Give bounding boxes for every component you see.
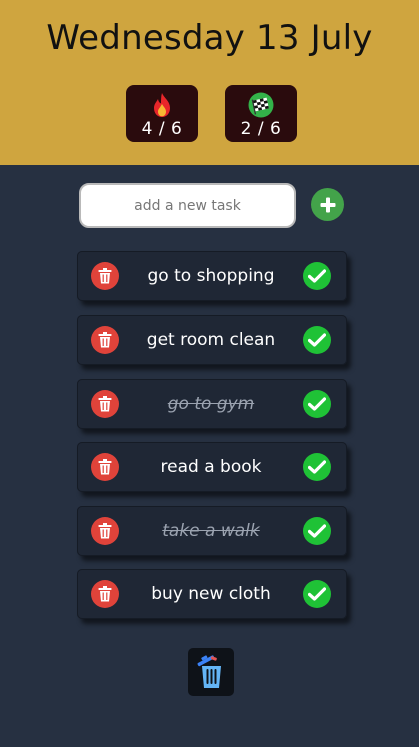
- active-tasks-counter: 4 / 6: [126, 85, 198, 142]
- completed-count: 2 / 6: [240, 119, 282, 139]
- task-item: buy new cloth: [77, 569, 347, 619]
- task-label: read a book: [160, 457, 262, 477]
- checkered-flag-icon: [248, 92, 274, 118]
- complete-task-button[interactable]: [303, 580, 331, 608]
- delete-task-button[interactable]: [91, 326, 119, 354]
- task-item: go to gym: [77, 379, 347, 429]
- checkmark-icon: [308, 397, 326, 411]
- task-item: take a walk: [77, 506, 347, 556]
- checkmark-icon: [308, 333, 326, 347]
- complete-task-button[interactable]: [303, 326, 331, 354]
- complete-task-button[interactable]: [303, 262, 331, 290]
- task-label: go to shopping: [147, 266, 275, 286]
- delete-task-button[interactable]: [91, 390, 119, 418]
- completed-tasks-counter: 2 / 6: [225, 85, 297, 142]
- task-item: go to shopping: [77, 251, 347, 301]
- checkmark-icon: [308, 269, 326, 283]
- delete-task-button[interactable]: [91, 517, 119, 545]
- active-count: 4 / 6: [141, 119, 183, 139]
- delete-task-button[interactable]: [91, 262, 119, 290]
- trash-icon: [98, 586, 112, 602]
- task-label: take a walk: [162, 521, 260, 541]
- delete-task-button[interactable]: [91, 580, 119, 608]
- date-title: Wednesday 13 July: [46, 18, 373, 58]
- complete-task-button[interactable]: [303, 517, 331, 545]
- clear-all-trash-icon: [196, 655, 226, 689]
- fire-icon: [149, 92, 175, 118]
- checkmark-icon: [308, 524, 326, 538]
- checkmark-icon: [308, 587, 326, 601]
- trash-icon: [98, 459, 112, 475]
- task-item: read a book: [77, 442, 347, 492]
- task-label: go to gym: [167, 394, 255, 414]
- plus-icon: [319, 196, 337, 214]
- trash-icon: [98, 396, 112, 412]
- complete-task-button[interactable]: [303, 390, 331, 418]
- task-label: get room clean: [146, 330, 276, 350]
- new-task-input[interactable]: [79, 183, 296, 228]
- trash-icon: [98, 523, 112, 539]
- trash-icon: [98, 268, 112, 284]
- delete-task-button[interactable]: [91, 453, 119, 481]
- checkmark-icon: [308, 460, 326, 474]
- task-item: get room clean: [77, 315, 347, 365]
- header: Wednesday 13 July 4 / 6 2 / 6: [0, 0, 419, 165]
- task-label: buy new cloth: [151, 584, 271, 604]
- trash-icon: [98, 332, 112, 348]
- complete-task-button[interactable]: [303, 453, 331, 481]
- clear-all-button[interactable]: [188, 648, 234, 696]
- add-task-button[interactable]: [311, 188, 344, 221]
